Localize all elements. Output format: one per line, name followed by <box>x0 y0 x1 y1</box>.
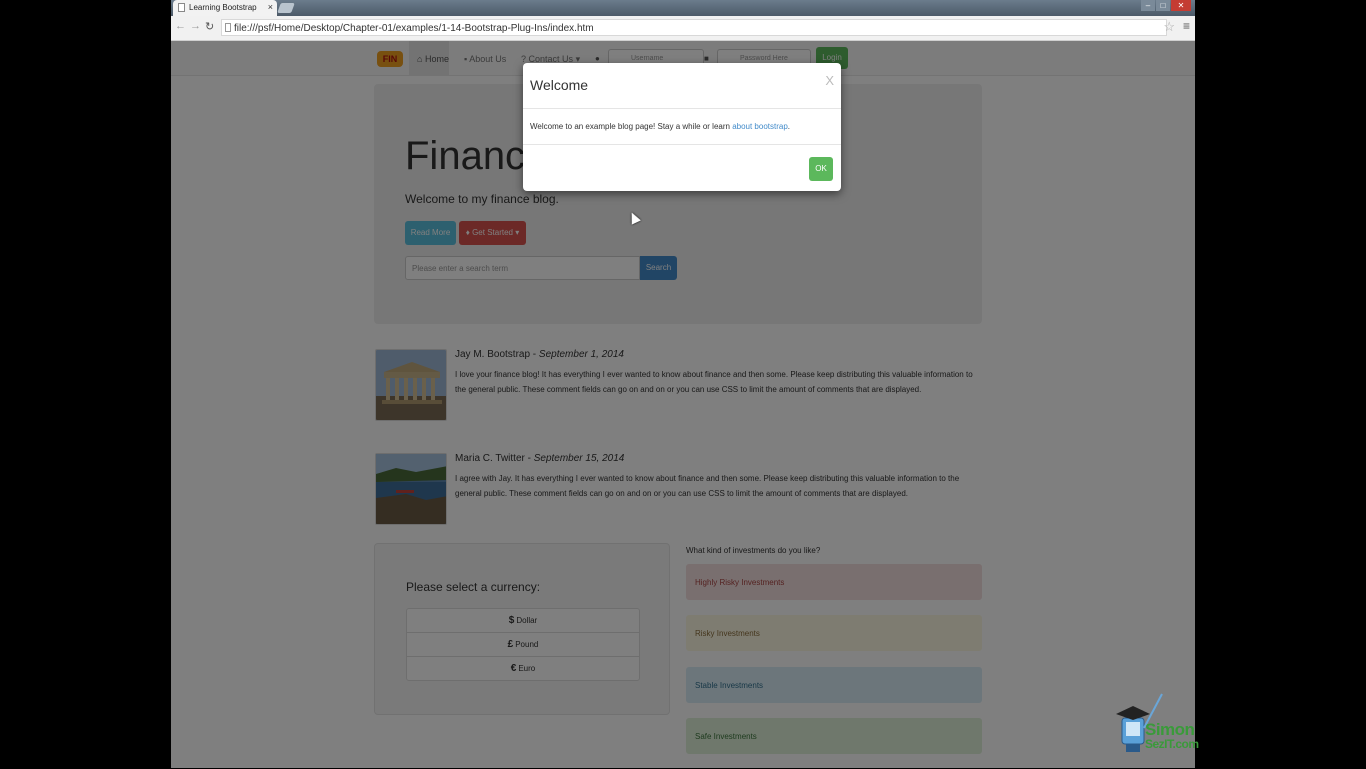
modal-body: Welcome to an example blog page! Stay a … <box>530 122 790 131</box>
tab-close-icon[interactable]: × <box>268 0 273 15</box>
browser-window: Learning Bootstrap × – □ ✕ ← → ↻ file://… <box>171 0 1195 768</box>
reload-icon[interactable]: ↻ <box>205 20 214 33</box>
maximize-button[interactable]: □ <box>1156 0 1170 11</box>
modal-body-text: Welcome to an example blog page! Stay a … <box>530 122 733 131</box>
close-window-button[interactable]: ✕ <box>1171 0 1191 11</box>
window-controls: – □ ✕ <box>1140 0 1191 12</box>
forward-arrow-icon[interactable]: → <box>190 20 201 32</box>
web-page: FIN ⌂ Home ▪ About Us ? Contact Us ▾ ● U… <box>171 41 1195 768</box>
bookmark-star-icon[interactable]: ☆ <box>1163 19 1175 35</box>
address-bar[interactable]: file:///psf/Home/Desktop/Chapter-01/exam… <box>221 19 1167 36</box>
url-text: file:///psf/Home/Desktop/Chapter-01/exam… <box>234 23 594 34</box>
tab-title: Learning Bootstrap <box>189 3 257 12</box>
menu-icon[interactable]: ≡ <box>1183 19 1190 33</box>
simonsezit-logo-text: Simon SezIT.com <box>1145 721 1199 752</box>
welcome-modal: Welcome X Welcome to an example blog pag… <box>523 63 841 191</box>
browser-tab[interactable]: Learning Bootstrap × <box>173 0 277 16</box>
back-arrow-icon[interactable]: ← <box>175 20 186 32</box>
page-icon <box>178 3 185 12</box>
modal-body-end: . <box>787 122 791 131</box>
tab-bar: Learning Bootstrap × – □ ✕ <box>171 0 1195 16</box>
close-icon[interactable]: X <box>825 73 834 88</box>
modal-title: Welcome <box>530 77 589 93</box>
modal-footer: OK <box>523 144 841 192</box>
logo-text-line2: SezIT.com <box>1145 737 1199 751</box>
minimize-button[interactable]: – <box>1141 0 1155 11</box>
new-tab-button[interactable] <box>277 3 295 13</box>
modal-header: Welcome X <box>523 63 841 109</box>
page-icon <box>225 23 231 32</box>
address-toolbar: ← → ↻ file:///psf/Home/Desktop/Chapter-0… <box>171 16 1195 41</box>
about-bootstrap-link[interactable]: about bootstrap <box>732 122 788 131</box>
ok-button[interactable]: OK <box>809 157 833 181</box>
